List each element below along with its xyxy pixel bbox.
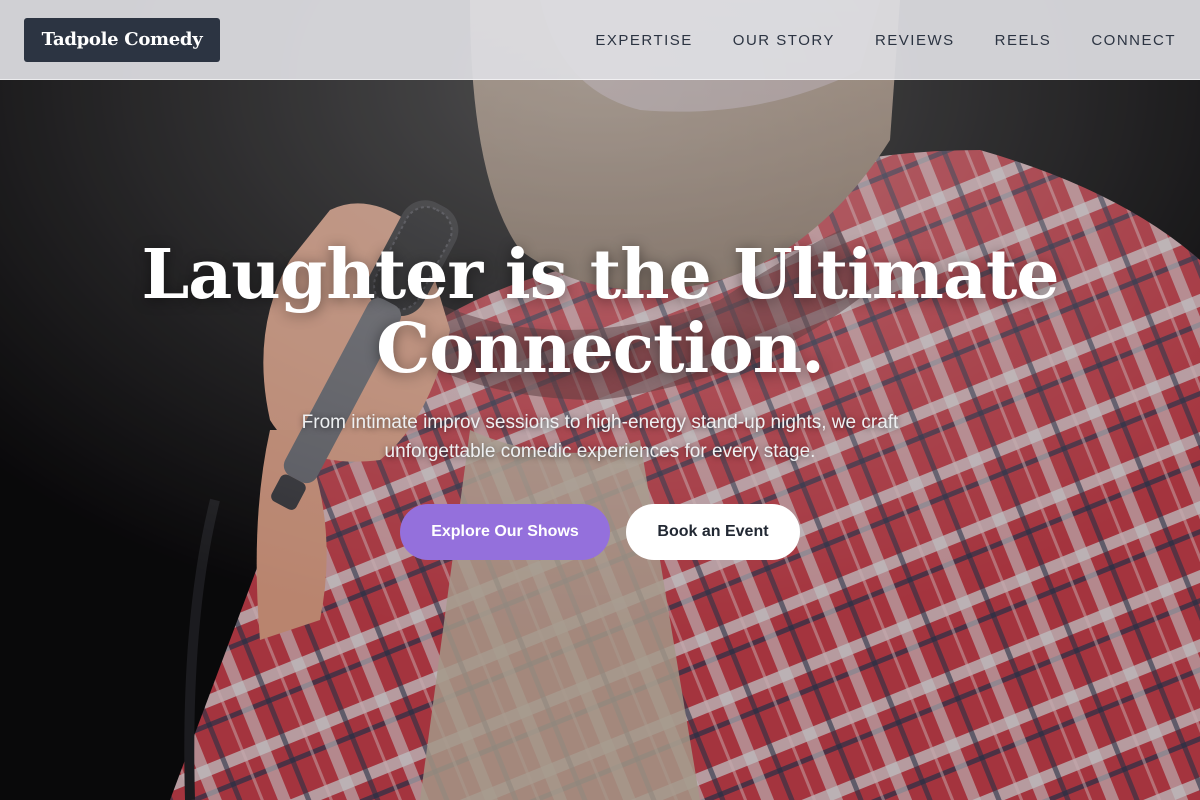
brand-logo[interactable]: Tadpole Comedy (24, 18, 220, 62)
nav-link-our-story[interactable]: OUR STORY (733, 32, 835, 49)
nav-link-expertise[interactable]: EXPERTISE (595, 32, 692, 49)
main-nav: EXPERTISE OUR STORY REVIEWS REELS CONNEC… (595, 0, 1176, 80)
nav-link-connect[interactable]: CONNECT (1091, 32, 1176, 49)
nav-link-reviews[interactable]: REVIEWS (875, 32, 955, 49)
hero-headline: Laughter is the Ultimate Connection. (141, 235, 1059, 389)
explore-shows-button[interactable]: Explore Our Shows (400, 504, 610, 560)
nav-link-reels[interactable]: REELS (995, 32, 1052, 49)
book-event-button[interactable]: Book an Event (626, 504, 800, 560)
hero-section: Laughter is the Ultimate Connection. Fro… (0, 0, 1200, 800)
top-navbar: Tadpole Comedy EXPERTISE OUR STORY REVIE… (0, 0, 1200, 80)
hero-darken-overlay (0, 0, 1200, 800)
hero-subtitle: From intimate improv sessions to high-en… (301, 412, 899, 462)
